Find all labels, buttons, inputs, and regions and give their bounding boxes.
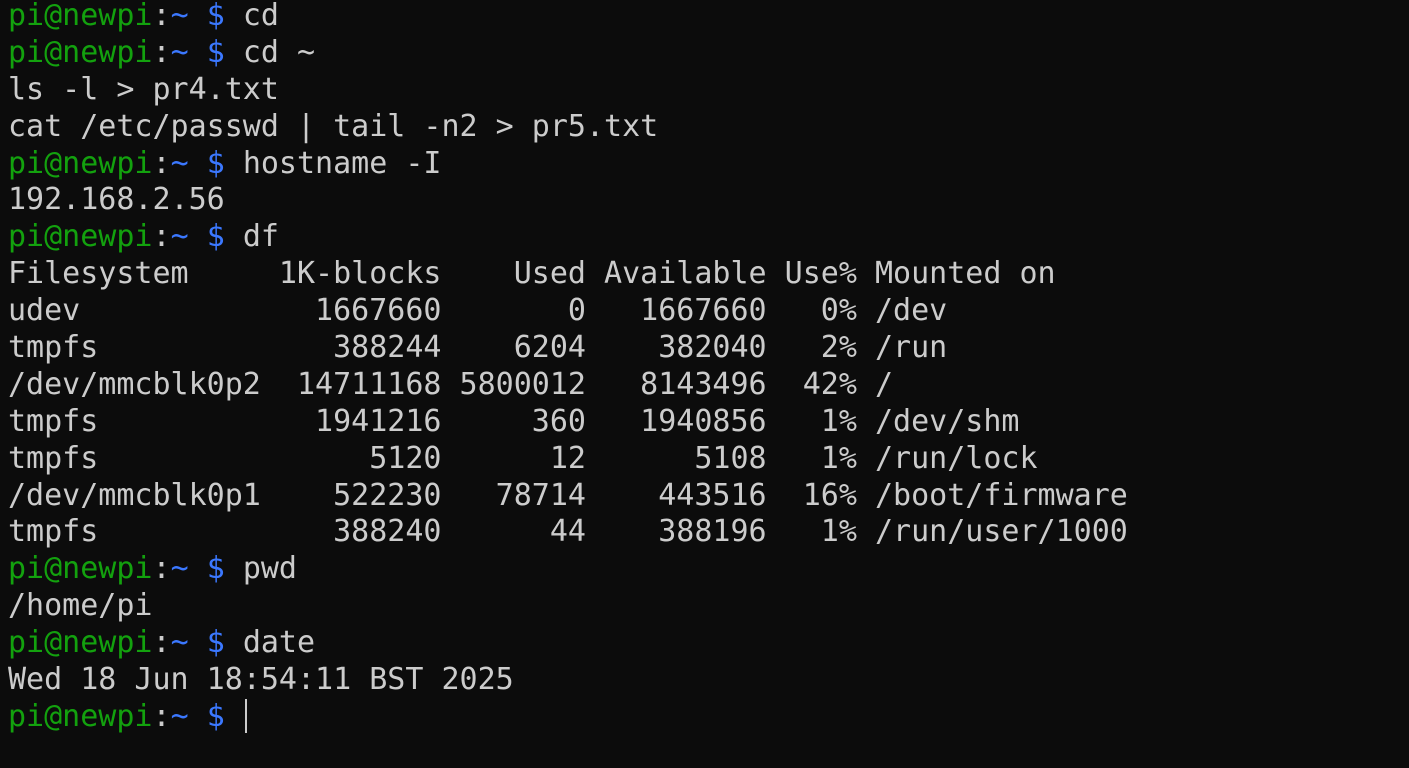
- output-text: /dev/mmcblk0p2 14711168 5800012 8143496 …: [8, 366, 894, 402]
- prompt-path: ~: [170, 625, 189, 661]
- output-line: Filesystem 1K-blocks Used Available Use%…: [8, 256, 1401, 293]
- prompt-user-host: pi@newpi: [8, 34, 153, 70]
- prompt-user-host: pi@newpi: [8, 0, 153, 33]
- command-text: cd: [242, 0, 279, 33]
- output-line: cat /etc/passwd | tail -n2 > pr5.txt: [8, 109, 1401, 146]
- output-line: /dev/mmcblk0p1 522230 78714 443516 16% /…: [8, 478, 1401, 515]
- output-text: tmpfs 5120 12 5108 1% /run/lock: [8, 440, 1038, 476]
- output-line: tmpfs 5120 12 5108 1% /run/lock: [8, 441, 1401, 478]
- prompt-line: pi@newpi:~ $ pwd: [8, 551, 1401, 588]
- prompt-path: ~: [170, 551, 189, 587]
- output-line: udev 1667660 0 1667660 0% /dev: [8, 293, 1401, 330]
- output-text: /home/pi: [8, 588, 153, 624]
- prompt-path: ~: [170, 145, 189, 181]
- prompt-user-host: pi@newpi: [8, 219, 153, 255]
- output-line: tmpfs 388244 6204 382040 2% /run: [8, 330, 1401, 367]
- prompt-path: ~: [170, 34, 189, 70]
- prompt-user-host: pi@newpi: [8, 698, 153, 734]
- output-line: ls -l > pr4.txt: [8, 72, 1401, 109]
- prompt-path: ~: [170, 0, 189, 33]
- prompt-line: pi@newpi:~ $ df: [8, 219, 1401, 256]
- output-line: tmpfs 1941216 360 1940856 1% /dev/shm: [8, 404, 1401, 441]
- prompt-colon: :: [152, 34, 171, 70]
- output-text: tmpfs 1941216 360 1940856 1% /dev/shm: [8, 403, 1020, 439]
- output-text: ls -l > pr4.txt: [8, 71, 279, 107]
- prompt-colon: :: [152, 0, 171, 33]
- prompt-user-host: pi@newpi: [8, 625, 153, 661]
- prompt-symbol: $: [206, 625, 225, 661]
- prompt-symbol: $: [206, 34, 225, 70]
- prompt-symbol: $: [206, 0, 225, 33]
- prompt-path: ~: [170, 219, 189, 255]
- text-cursor[interactable]: [244, 698, 247, 733]
- output-line: 192.168.2.56: [8, 182, 1401, 219]
- prompt-symbol: $: [206, 145, 225, 181]
- prompt-line: pi@newpi:~ $: [8, 698, 1401, 736]
- output-text: 192.168.2.56: [8, 182, 225, 218]
- prompt-line: pi@newpi:~ $ hostname -I: [8, 146, 1401, 183]
- output-line: tmpfs 388240 44 388196 1% /run/user/1000: [8, 514, 1401, 551]
- prompt-symbol: $: [206, 551, 225, 587]
- prompt-colon: :: [152, 625, 171, 661]
- output-text: /dev/mmcblk0p1 522230 78714 443516 16% /…: [8, 477, 1128, 513]
- prompt-symbol: $: [206, 698, 225, 734]
- output-text: Wed 18 Jun 18:54:11 BST 2025: [8, 662, 514, 698]
- output-text: tmpfs 388244 6204 382040 2% /run: [8, 330, 948, 366]
- command-text: pwd: [242, 551, 297, 587]
- output-line: /home/pi: [8, 588, 1401, 625]
- prompt-user-host: pi@newpi: [8, 551, 153, 587]
- output-text: Filesystem 1K-blocks Used Available Use%…: [8, 256, 1056, 292]
- output-text: udev 1667660 0 1667660 0% /dev: [8, 293, 948, 329]
- prompt-colon: :: [152, 145, 171, 181]
- prompt-user-host: pi@newpi: [8, 145, 153, 181]
- terminal-window[interactable]: pi@newpi:~ $ cd pi@newpi:~ $ cd ~ ls -l > …: [8, 0, 1401, 766]
- prompt-line: pi@newpi:~ $ cd ~: [8, 35, 1401, 72]
- output-line: Wed 18 Jun 18:54:11 BST 2025: [8, 662, 1401, 699]
- command-text: cd ~: [242, 34, 316, 70]
- command-text: date: [242, 625, 316, 661]
- prompt-symbol: $: [206, 219, 225, 255]
- output-line: /dev/mmcblk0p2 14711168 5800012 8143496 …: [8, 367, 1401, 404]
- prompt-colon: :: [152, 698, 171, 734]
- prompt-line: pi@newpi:~ $ date: [8, 625, 1401, 662]
- prompt-path: ~: [170, 698, 189, 734]
- prompt-colon: :: [152, 219, 171, 255]
- command-text: hostname -I: [242, 145, 442, 181]
- output-text: tmpfs 388240 44 388196 1% /run/user/1000: [8, 514, 1128, 550]
- output-text: cat /etc/passwd | tail -n2 > pr5.txt: [8, 108, 659, 144]
- prompt-line: pi@newpi:~ $ cd: [8, 0, 1401, 35]
- prompt-colon: :: [152, 551, 171, 587]
- command-text: df: [242, 219, 279, 255]
